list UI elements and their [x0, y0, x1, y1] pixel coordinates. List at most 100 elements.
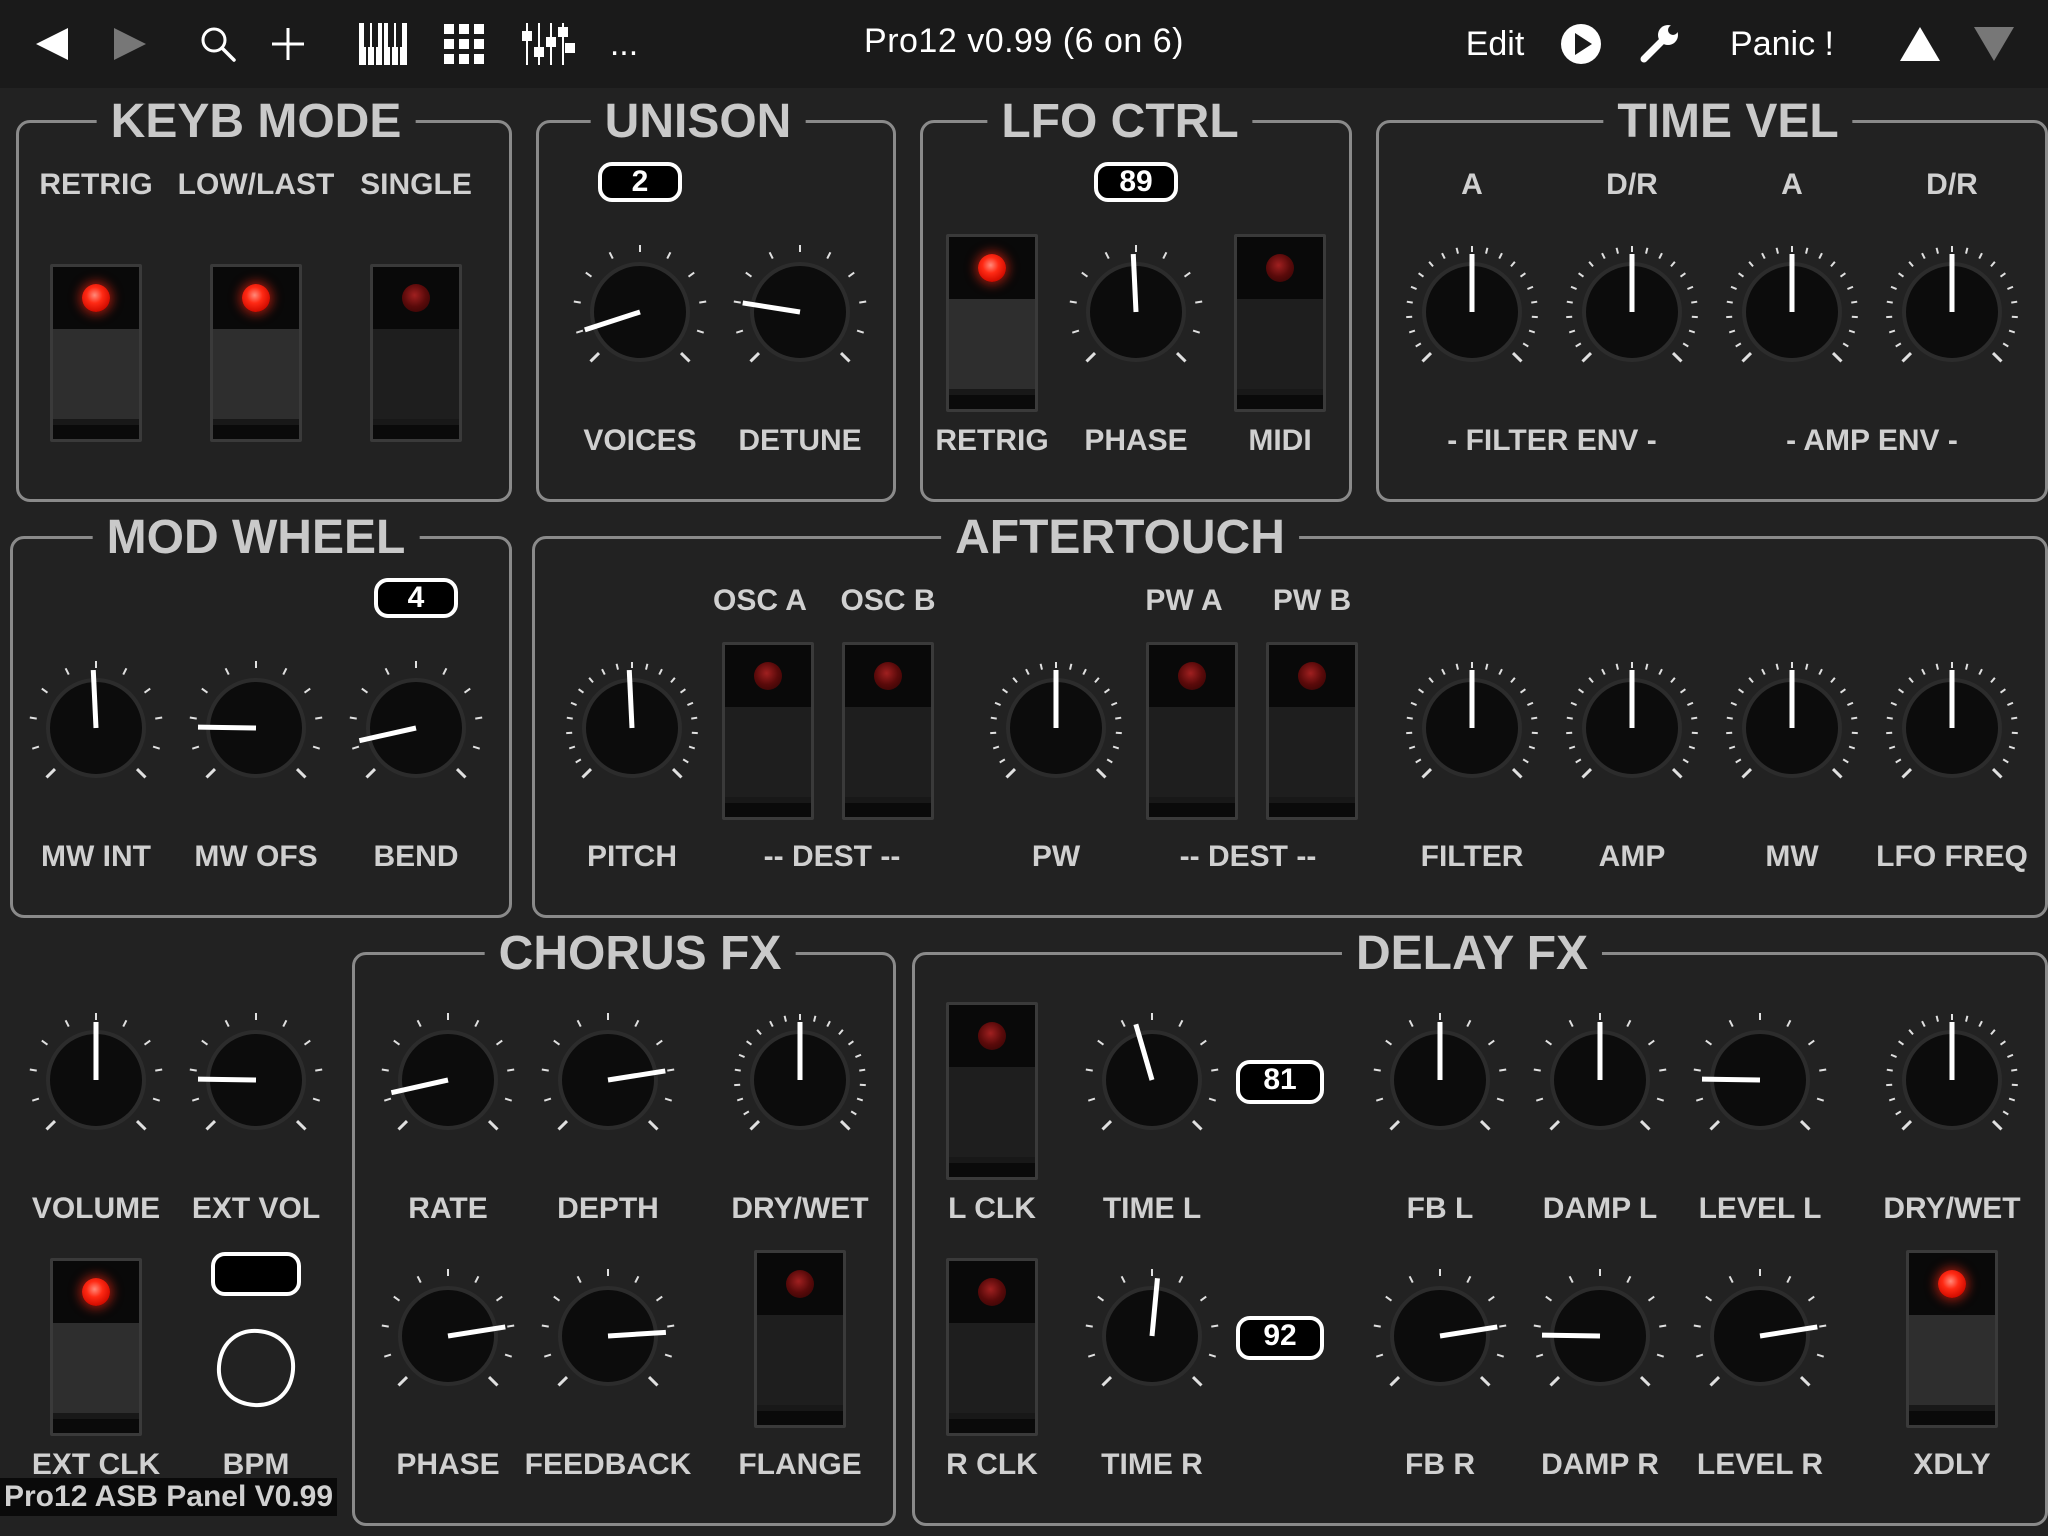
knob-at-pitch[interactable]: [552, 648, 712, 808]
knob-chorus-dry-wet[interactable]: [720, 1000, 880, 1160]
knob-voices[interactable]: [560, 232, 720, 392]
forward-button[interactable]: [106, 14, 154, 74]
knob-chorus-rate[interactable]: [368, 1000, 528, 1160]
switch-xdly[interactable]: [1906, 1250, 1998, 1428]
knob-damp-r[interactable]: [1520, 1256, 1680, 1416]
knob-filter-env-a[interactable]: [1392, 232, 1552, 392]
edit-button[interactable]: Edit: [1452, 14, 1538, 74]
panel-title-unison: UNISON: [590, 96, 806, 148]
switch-l-clk[interactable]: [946, 1002, 1038, 1180]
label-retrig: RETRIG: [39, 168, 153, 201]
knob-fb-r[interactable]: [1360, 1256, 1520, 1416]
arrow-down-icon: [1974, 27, 2014, 61]
knob-time-r[interactable]: [1072, 1256, 1232, 1416]
knob-at-pw[interactable]: [976, 648, 1136, 808]
more-button[interactable]: ...: [604, 14, 644, 74]
switch-at-osc-b[interactable]: [842, 642, 934, 820]
knob-volume[interactable]: [16, 1000, 176, 1160]
label-pw-b: PW B: [1272, 584, 1352, 617]
label-lfo-retrig: RETRIG: [935, 424, 1049, 457]
settings-button[interactable]: [1636, 14, 1682, 74]
label-lfo-midi: MIDI: [1248, 424, 1312, 457]
label-amp-env: - AMP ENV -: [1786, 424, 1958, 457]
knob-damp-l[interactable]: [1520, 1000, 1680, 1160]
label-at-pitch: PITCH: [587, 840, 677, 873]
label-amp-dr: D/R: [1926, 168, 1978, 201]
preset-down-button[interactable]: [1972, 14, 2016, 74]
search-button[interactable]: [194, 14, 242, 74]
label-mw-int: MW INT: [41, 840, 151, 873]
knob-amp-env-a[interactable]: [1712, 232, 1872, 392]
led-indicator: [1266, 254, 1294, 282]
label-fb-l: FB L: [1406, 1192, 1474, 1225]
play-button[interactable]: [1558, 14, 1604, 74]
lfo-value-badge: 89: [1094, 162, 1178, 202]
switch-at-osc-a[interactable]: [722, 642, 814, 820]
knob-detune[interactable]: [720, 232, 880, 392]
add-button[interactable]: [264, 14, 312, 74]
knob-filter-env-dr[interactable]: [1552, 232, 1712, 392]
switch-lfo-midi[interactable]: [1234, 234, 1326, 412]
window-title: Pro12 v0.99 (6 on 6): [864, 22, 1184, 60]
label-detune: DETUNE: [738, 424, 862, 457]
grid-button[interactable]: [440, 14, 488, 74]
switch-r-clk[interactable]: [946, 1258, 1038, 1436]
label-pw-a: PW A: [1145, 584, 1223, 617]
knob-time-l[interactable]: [1072, 1000, 1232, 1160]
knob-chorus-depth[interactable]: [528, 1000, 688, 1160]
back-icon: [36, 28, 68, 60]
label-level-l: LEVEL L: [1698, 1192, 1822, 1225]
bpm-tap-button[interactable]: [216, 1328, 296, 1413]
switch-ext-clk[interactable]: [50, 1258, 142, 1436]
knob-at-amp[interactable]: [1552, 648, 1712, 808]
knob-fb-l[interactable]: [1360, 1000, 1520, 1160]
label-ext-clk: EXT CLK: [31, 1448, 161, 1481]
label-chorus-feedback: FEEDBACK: [524, 1448, 692, 1481]
label-at-lfo-freq: LFO FREQ: [1876, 840, 2028, 873]
knob-lfo-phase[interactable]: [1056, 232, 1216, 392]
label-voices: VOICES: [583, 424, 697, 457]
keyboard-button[interactable]: [356, 14, 410, 74]
panel-title-keyb-mode: KEYB MODE: [96, 96, 416, 148]
led-indicator: [1178, 662, 1206, 690]
switch-flange[interactable]: [754, 1250, 846, 1428]
panel-title-chorus-fx: CHORUS FX: [484, 928, 796, 980]
knob-mw-ofs[interactable]: [176, 648, 336, 808]
knob-at-lfo-freq[interactable]: [1872, 648, 2032, 808]
knob-mw-int[interactable]: [16, 648, 176, 808]
bpm-value-badge: [211, 1252, 301, 1296]
arrow-up-icon: [1900, 27, 1940, 61]
label-amp-a: A: [1781, 168, 1803, 201]
label-delay-dry-wet: DRY/WET: [1883, 1192, 2021, 1225]
switch-lfo-retrig[interactable]: [946, 234, 1038, 412]
mixer-button[interactable]: [520, 14, 576, 74]
panic-button[interactable]: Panic !: [1716, 14, 1848, 74]
label-volume: VOLUME: [31, 1192, 161, 1225]
led-indicator: [82, 284, 110, 312]
switch-at-pw-a[interactable]: [1146, 642, 1238, 820]
switch-keyb-retrig[interactable]: [50, 264, 142, 442]
led-indicator: [978, 254, 1006, 282]
preset-up-button[interactable]: [1898, 14, 1942, 74]
knob-at-mw[interactable]: [1712, 648, 1872, 808]
knob-at-filter[interactable]: [1392, 648, 1552, 808]
knob-amp-env-dr[interactable]: [1872, 232, 2032, 392]
panel-title-aftertouch: AFTERTOUCH: [941, 512, 1299, 564]
knob-chorus-feedback[interactable]: [528, 1256, 688, 1416]
knob-level-r[interactable]: [1680, 1256, 1840, 1416]
knob-delay-dry-wet[interactable]: [1872, 1000, 2032, 1160]
mixer-icon: [522, 23, 575, 65]
switch-keyb-single[interactable]: [370, 264, 462, 442]
knob-chorus-phase[interactable]: [368, 1256, 528, 1416]
switch-at-pw-b[interactable]: [1266, 642, 1358, 820]
label-at-amp: AMP: [1598, 840, 1666, 873]
led-indicator: [402, 284, 430, 312]
label-at-mw: MW: [1765, 840, 1819, 873]
knob-ext-vol[interactable]: [176, 1000, 336, 1160]
back-button[interactable]: [28, 14, 76, 74]
label-filter-a: A: [1461, 168, 1483, 201]
knob-bend[interactable]: [336, 648, 496, 808]
label-at-dest-pw: -- DEST --: [1179, 840, 1317, 873]
switch-keyb-low-last[interactable]: [210, 264, 302, 442]
knob-level-l[interactable]: [1680, 1000, 1840, 1160]
